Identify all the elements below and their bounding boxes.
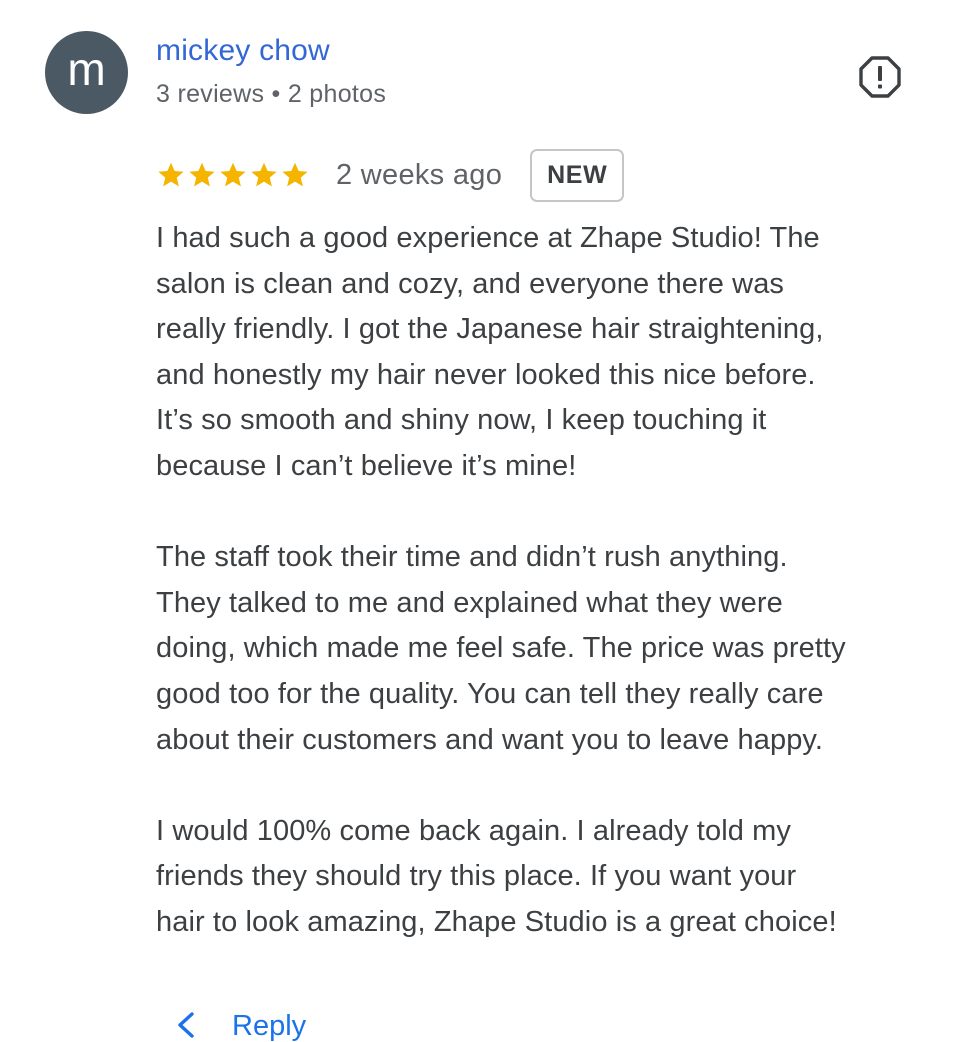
report-icon[interactable] [858,55,902,99]
reply-label: Reply [232,1010,307,1042]
reply-arrow-icon [178,1012,194,1038]
star-icon [251,162,277,187]
star-rating [156,160,310,190]
review-time: 2 weeks ago [336,158,503,191]
avatar[interactable]: m [45,31,128,114]
star-icon [282,162,308,187]
review-text: I had such a good experience at Zhape St… [156,216,946,946]
star-icon [220,162,246,187]
avatar-letter: m [67,42,106,95]
reviewer-name[interactable]: mickey chow [156,34,330,68]
star-icon [189,162,215,187]
new-badge: NEW [530,148,625,202]
rating-row: 2 weeks ago NEW [156,146,625,204]
star-icon [158,162,184,187]
reviewer-meta: 3 reviews • 2 photos [156,80,387,108]
review-paragraph: I would 100% come back again. I already … [156,814,837,938]
reply-button[interactable]: Reply [172,1008,307,1042]
review-paragraph: The staff took their time and didn’t rus… [156,541,846,756]
review-paragraph: I had such a good experience at Zhape St… [156,222,824,482]
